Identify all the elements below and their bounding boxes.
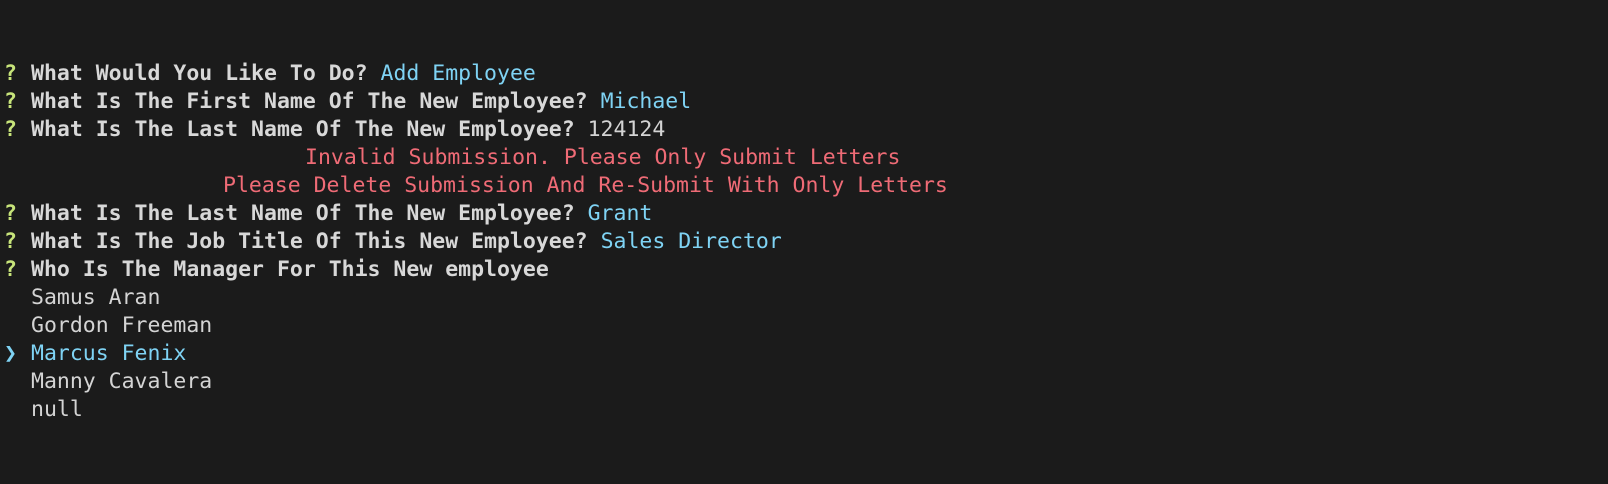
question-mark-icon: ?	[4, 61, 17, 86]
pointer-icon: ❯	[4, 341, 17, 366]
manager-choice[interactable]: Samus Aran	[0, 284, 1608, 312]
question-mark-icon: ?	[4, 229, 17, 254]
question-mark-icon: ?	[4, 201, 17, 226]
prompt-question: What Is The First Name Of The New Employ…	[31, 89, 588, 114]
manager-choice-label[interactable]: Samus Aran	[31, 284, 160, 312]
prompt-question: Who Is The Manager For This New employee	[31, 257, 549, 282]
question-mark-icon: ?	[4, 117, 17, 142]
prompt-question: What Is The Job Title Of This New Employ…	[31, 229, 588, 254]
manager-choice[interactable]: Gordon Freeman	[0, 312, 1608, 340]
prompt-answer: Grant	[587, 201, 653, 226]
prompt-input-value[interactable]: 124124	[588, 117, 666, 142]
prompt-line-last-name: ? What Is The Last Name Of The New Emplo…	[0, 200, 1608, 228]
prompt-line-last-name-invalid: ? What Is The Last Name Of The New Emplo…	[0, 116, 1608, 144]
prompt-answer: Add Employee	[380, 61, 536, 86]
prompt-question: What Is The Last Name Of The New Employe…	[31, 201, 575, 226]
question-mark-icon: ?	[4, 257, 17, 282]
manager-choice[interactable]: null	[0, 396, 1608, 424]
manager-choice[interactable]: Manny Cavalera	[0, 368, 1608, 396]
manager-choice-label[interactable]: Gordon Freeman	[31, 312, 212, 340]
prompt-answer: Michael	[600, 89, 692, 114]
prompt-line-manager: ? Who Is The Manager For This New employ…	[0, 256, 1608, 284]
error-message-resubmit: Please Delete Submission And Re-Submit W…	[223, 173, 948, 198]
manager-choice-label[interactable]: Marcus Fenix	[31, 340, 186, 368]
prompt-line-first-name: ? What Is The First Name Of The New Empl…	[0, 88, 1608, 116]
manager-choice-label[interactable]: null	[31, 396, 83, 424]
prompt-question: What Would You Like To Do?	[31, 61, 368, 86]
prompt-question: What Is The Last Name Of The New Employe…	[31, 117, 575, 142]
manager-choice-label[interactable]: Manny Cavalera	[31, 368, 212, 396]
terminal-window: { "colors": { "background": "#1b1b1b", "…	[0, 0, 1608, 484]
question-mark-icon: ?	[4, 89, 17, 114]
error-line: Please Delete Submission And Re-Submit W…	[0, 172, 1608, 200]
prompt-answer: Sales Director	[600, 229, 782, 254]
error-message-invalid: Invalid Submission. Please Only Submit L…	[305, 145, 901, 170]
terminal-output: ? What Would You Like To Do? Add Employe…	[0, 60, 1608, 424]
manager-choice-selected[interactable]: ❯ Marcus Fenix	[0, 340, 1608, 368]
error-line: Invalid Submission. Please Only Submit L…	[0, 144, 1608, 172]
prompt-line-action: ? What Would You Like To Do? Add Employe…	[0, 60, 1608, 88]
prompt-line-job-title: ? What Is The Job Title Of This New Empl…	[0, 228, 1608, 256]
